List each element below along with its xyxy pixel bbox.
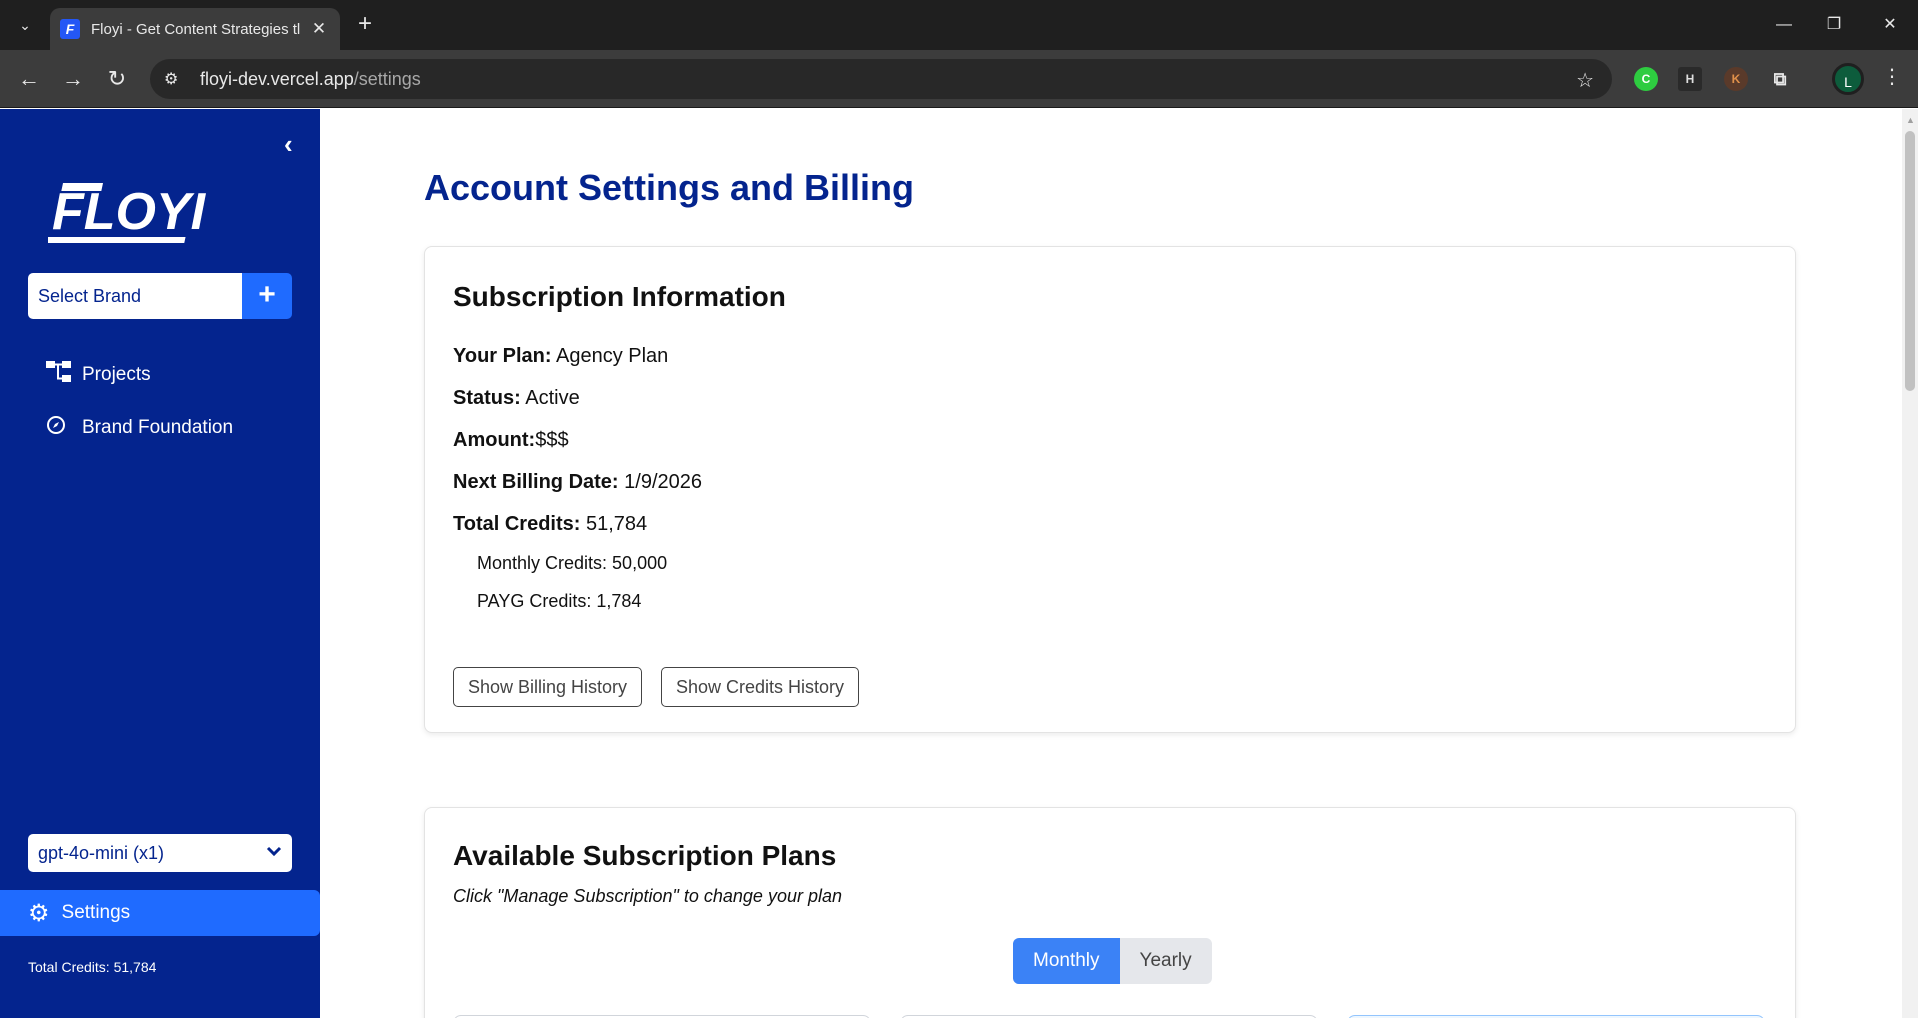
payg-credits-info: PAYG Credits: 1,784 <box>477 591 642 611</box>
sidebar-item-label: Brand Foundation <box>82 416 234 438</box>
amount-info: Amount:$$$ <box>453 429 569 451</box>
plans-subtitle: Click "Manage Subscription" to change yo… <box>453 886 842 906</box>
status-info: Status: Active <box>453 387 580 409</box>
url-text: floyi-dev.vercel.app/settings <box>200 68 421 89</box>
card-title: Subscription Information <box>453 281 786 312</box>
subscription-info-card: Subscription Information Your Plan: Agen… <box>424 246 1796 733</box>
back-arrow-icon[interactable]: ← <box>14 64 44 94</box>
subscription-plans-card: Available Subscription Plans Click "Mana… <box>424 807 1796 1018</box>
bookmark-star-icon[interactable]: ☆ <box>1576 68 1594 93</box>
address-bar[interactable]: ⚙ floyi-dev.vercel.app/settings ☆ <box>150 59 1612 99</box>
page-scrollbar[interactable]: ▲ <box>1902 109 1918 1018</box>
yearly-toggle-button[interactable]: Yearly <box>1119 938 1212 984</box>
tab-title: Floyi - Get Content Strategies tl <box>91 20 301 38</box>
sitemap-icon <box>46 361 74 388</box>
gear-icon: ⚙ <box>28 899 50 927</box>
page-title: Account Settings and Billing <box>424 167 915 208</box>
brand-select-row: Select Brand + <box>28 273 292 319</box>
extension-c-icon[interactable]: C <box>1634 67 1658 91</box>
browser-tab-bar: ⌄ F Floyi - Get Content Strategies tl ✕ … <box>0 0 1918 50</box>
sidebar: ‹ FLOYI Select Brand + Projects Brand Fo… <box>0 109 320 1018</box>
tab-close-icon[interactable]: ✕ <box>308 19 330 39</box>
collapse-sidebar-chevron-icon[interactable]: ‹ <box>284 129 293 160</box>
sidebar-item-label: Projects <box>82 363 151 385</box>
extension-k-icon[interactable]: K <box>1724 67 1748 91</box>
floyi-logo[interactable]: FLOYI <box>48 169 208 249</box>
sidebar-item-brand-foundation[interactable]: Brand Foundation <box>46 415 233 440</box>
plan-info: Your Plan: Agency Plan <box>453 345 669 367</box>
forward-arrow-icon[interactable]: → <box>58 64 88 94</box>
scroll-up-arrow-icon[interactable]: ▲ <box>1906 115 1915 125</box>
billing-period-toggle: Monthly Yearly <box>1013 938 1212 984</box>
monthly-credits-info: Monthly Credits: 50,000 <box>477 553 668 573</box>
sidebar-item-settings[interactable]: ⚙ Settings <box>0 890 320 936</box>
browser-toolbar: ← → ↻ ⚙ floyi-dev.vercel.app/settings ☆ … <box>0 50 1918 108</box>
browser-menu-icon[interactable]: ⋮ <box>1882 64 1902 89</box>
window-restore-icon[interactable]: ❐ <box>1814 12 1854 38</box>
show-billing-history-button[interactable]: Show Billing History <box>453 667 643 707</box>
sidebar-item-projects[interactable]: Projects <box>46 361 151 388</box>
window-minimize-icon[interactable]: — <box>1764 12 1804 38</box>
monthly-toggle-button[interactable]: Monthly <box>1013 938 1120 984</box>
total-credits-info: Total Credits: 51,784 <box>453 513 648 535</box>
floyi-favicon-icon: F <box>60 19 80 39</box>
reload-icon[interactable]: ↻ <box>102 64 132 94</box>
profile-avatar[interactable]: L <box>1832 63 1864 95</box>
show-credits-history-button[interactable]: Show Credits History <box>661 667 860 707</box>
site-info-icon[interactable]: ⚙ <box>164 69 188 89</box>
extension-h-icon[interactable]: H <box>1678 67 1702 91</box>
extensions-puzzle-icon[interactable]: ⧉ <box>1768 67 1792 91</box>
next-billing-info: Next Billing Date: 1/9/2026 <box>453 471 702 493</box>
brand-select[interactable]: Select Brand <box>28 273 242 319</box>
window-close-icon[interactable]: ✕ <box>1870 12 1910 38</box>
main-content: Account Settings and Billing Subscriptio… <box>320 109 1902 1018</box>
tab-search-chevron-icon[interactable]: ⌄ <box>12 12 38 38</box>
chevron-down-icon <box>266 844 282 862</box>
model-select[interactable]: gpt-4o-mini (x1) <box>28 834 292 872</box>
new-tab-plus-icon[interactable]: + <box>352 12 378 38</box>
svg-text:FLOYI: FLOYI <box>52 183 207 241</box>
card-title: Available Subscription Plans <box>453 840 837 871</box>
model-select-value: gpt-4o-mini (x1) <box>38 842 165 863</box>
browser-tab-active[interactable]: F Floyi - Get Content Strategies tl ✕ <box>50 8 340 50</box>
compass-icon <box>46 415 74 440</box>
sidebar-total-credits: Total Credits: 51,784 <box>28 959 157 975</box>
sidebar-item-label: Settings <box>61 902 131 923</box>
add-brand-plus-icon[interactable]: + <box>242 273 292 319</box>
scroll-thumb[interactable] <box>1905 131 1915 391</box>
